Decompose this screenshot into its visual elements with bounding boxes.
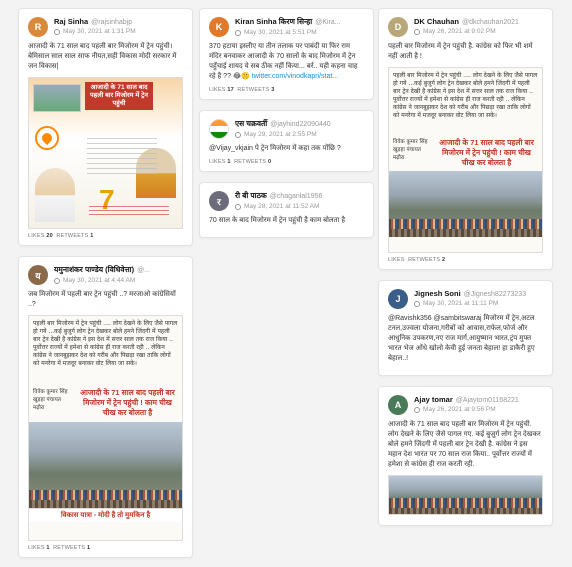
tweet-text: आजादी के 71 साल बाद पहली बार मिजोरम में … (388, 421, 541, 468)
tweet-image[interactable] (388, 475, 543, 515)
tweet-time[interactable]: May 28, 2021 at 11:52 AM (244, 203, 319, 210)
tweet-time[interactable]: May 26, 2021 at 9:02 PM (423, 28, 496, 35)
tweet-card[interactable]: D DK Chauhan @dkchauhan2021 May 26, 2021 … (378, 8, 553, 270)
tweet-time[interactable]: May 26, 2021 at 9:56 PM (423, 406, 496, 413)
author-name[interactable]: Ajay tomar (414, 395, 453, 404)
author-handle[interactable]: @chaganlal1956 (270, 193, 323, 200)
leader-portrait (35, 168, 75, 222)
clock-icon (54, 277, 60, 284)
tweet-time[interactable]: May 30, 2021 at 4:44 AM (63, 277, 135, 284)
avatar[interactable]: J (388, 289, 408, 309)
tweet-time[interactable]: May 29, 2021 at 2:55 PM (244, 131, 317, 138)
tweet-header: J Jignesh Soni @Jignesh82273233 May 30, 2… (388, 289, 543, 309)
author-handle[interactable]: @Ajaytom01168221 (456, 397, 519, 404)
tweet-header: K Kiran Sinha किरण सिन्हा @Kira... May 30… (209, 17, 364, 37)
tweet-time[interactable]: May 30, 2021 at 11:11 PM (423, 300, 498, 307)
image-title: आजादी के 71 साल बाद पहली बार मिजोरम में … (80, 388, 175, 417)
tweet-text: जब मिजोरम में पहली बार ट्रेन पहुंची ..? … (28, 291, 176, 308)
avatar[interactable]: A (388, 395, 408, 415)
clock-icon (414, 28, 420, 35)
tweet-header: D DK Chauhan @dkchauhan2021 May 26, 2021 … (388, 17, 543, 37)
train-photo (389, 171, 542, 237)
tweet-text: 70 साल के बाद मिजोरम में ट्रेन पहुंची है… (209, 217, 346, 224)
clock-icon (235, 203, 241, 210)
tweet-stats: LIKES 17 RETWEETS 3 (209, 87, 275, 93)
tweet-image[interactable]: पहली बार मिजोरम में ट्रेन पहुंची .... लो… (28, 315, 183, 541)
tweet-text: पहली बार मिजोरम में ट्रेन पहुंची है. कां… (388, 43, 533, 60)
column-2: K Kiran Sinha किरण सिन्हा @Kira... May 30… (199, 8, 374, 248)
author-name[interactable]: यमुनाशंकर पाण्डेय (विधिवेत्ता) (54, 265, 134, 274)
tweet-text: 370 हटाया इस्लीए या तीन तलाक पर पाबंदी य… (209, 43, 358, 80)
image-caption: विकास यात्रा - मोदी है तो मुमकिन है (29, 508, 182, 522)
clock-icon (414, 300, 420, 307)
tweet-stats: LIKES 20 RETWEETS 1 (28, 233, 94, 239)
image-title: आजादी के 71 साल बाद पहली बार मिजोरम में … (439, 138, 534, 167)
tweet-header: R Raj Sinha @rajsinhabjp May 30, 2021 at … (28, 17, 183, 37)
image-signature: विवेक कुमार सिंह खुड़हा पंचायत मढ़ौरा (393, 139, 428, 161)
image-handwritten-text: पहली बार मिजोरम में ट्रेन पहुंची .... लो… (33, 320, 178, 367)
image-banner: आजादी के 71 साल बाद पहली बार मिजोरम में … (85, 82, 153, 110)
clock-icon (414, 406, 420, 413)
train-photo (29, 422, 182, 508)
tweet-card[interactable]: R Raj Sinha @rajsinhabjp May 30, 2021 at … (18, 8, 193, 246)
india-flag-avatar[interactable] (209, 119, 229, 139)
tweet-image[interactable]: आजादी के 71 साल बाद पहली बार मिजोरम में … (28, 77, 183, 229)
tweet-image[interactable]: पहली बार मिजोरम में ट्रेन पहुंची .... लो… (388, 67, 543, 253)
emoji: 😂🤫 (232, 73, 250, 80)
image-handwritten-text: पहली बार मिजोरम में ट्रेन पहुंची .... लो… (393, 72, 538, 119)
tweet-time[interactable]: May 30, 2021 at 1:31 PM (63, 28, 136, 35)
author-handle[interactable]: @dkchauhan2021 (462, 19, 519, 26)
tweet-text: @Vijay_vkjain पे ट्रेन मिजोरम में कहा तक… (209, 145, 341, 152)
avatar[interactable]: D (388, 17, 408, 37)
tweet-header: एस चक्रवर्ती @jayhind22090440 May 29, 202… (209, 119, 364, 139)
clock-icon (235, 131, 241, 138)
author-name[interactable]: री बी पाठक (235, 191, 267, 200)
clock-icon (54, 28, 60, 35)
column-3: D DK Chauhan @dkchauhan2021 May 26, 2021 … (378, 8, 553, 536)
author-handle[interactable]: @rajsinhabjp (91, 19, 132, 26)
tweet-card[interactable]: A Ajay tomar @Ajaytom01168221 May 26, 202… (378, 386, 553, 526)
tweet-stats: LIKES 1 RETWEETS 0 (209, 159, 272, 165)
tweet-card[interactable]: र री बी पाठक @chaganlal1956 May 28, 2021 … (199, 182, 374, 238)
tweet-header: A Ajay tomar @Ajaytom01168221 May 26, 202… (388, 395, 543, 415)
avatar[interactable]: र (209, 191, 229, 211)
tweet-link[interactable]: twitter.com/vinodkapri/stat... (252, 73, 338, 80)
tweet-card[interactable]: J Jignesh Soni @Jignesh82273233 May 30, 2… (378, 280, 553, 376)
author-handle[interactable]: @jayhind22090440 (270, 121, 330, 128)
tweet-stats: LIKES 1 RETWEETS 1 (28, 545, 91, 551)
train-photo (389, 476, 542, 514)
author-handle[interactable]: @Kira... (315, 19, 340, 26)
author-name[interactable]: Kiran Sinha किरण सिन्हा (235, 17, 312, 26)
author-handle[interactable]: @... (137, 267, 150, 274)
avatar[interactable]: R (28, 17, 48, 37)
tweet-header: य यमुनाशंकर पाण्डेय (विधिवेत्ता) @... May… (28, 265, 183, 285)
author-name[interactable]: Jignesh Soni (414, 289, 461, 298)
image-footer-text (89, 206, 169, 218)
author-name[interactable]: DK Chauhan (414, 17, 459, 26)
author-name[interactable]: Raj Sinha (54, 17, 88, 26)
tweet-text: आजादी के 71 साल बाद पहली बार मिजोरम में … (28, 43, 177, 70)
tweet-stats: LIKES RETWEETS 2 (388, 257, 446, 263)
author-name[interactable]: एस चक्रवर्ती (235, 119, 267, 128)
author-handle[interactable]: @Jignesh82273233 (464, 291, 526, 298)
column-1: R Raj Sinha @rajsinhabjp May 30, 2021 at … (18, 8, 193, 567)
tweet-card[interactable]: एस चक्रवर्ती @jayhind22090440 May 29, 202… (199, 110, 374, 172)
tweet-header: र री बी पाठक @chaganlal1956 May 28, 2021 … (209, 191, 364, 211)
lotus-logo-icon (35, 126, 59, 150)
train-photo (33, 84, 81, 112)
tweet-card[interactable]: K Kiran Sinha किरण सिन्हा @Kira... May 30… (199, 8, 374, 100)
avatar[interactable]: K (209, 17, 229, 37)
image-small-text (87, 138, 157, 178)
image-signature: विवेक कुमार सिंह खुड़हा पंचायत मढ़ौरा (33, 389, 68, 411)
tweet-text: @Ravishk356 @sambitswaraj मिजोरम में ट्र… (388, 315, 535, 362)
tweet-card[interactable]: य यमुनाशंकर पाण्डेय (विधिवेत्ता) @... May… (18, 256, 193, 558)
avatar[interactable]: य (28, 265, 48, 285)
tweet-time[interactable]: May 30, 2021 at 5:51 PM (244, 29, 317, 36)
clock-icon (235, 29, 241, 36)
